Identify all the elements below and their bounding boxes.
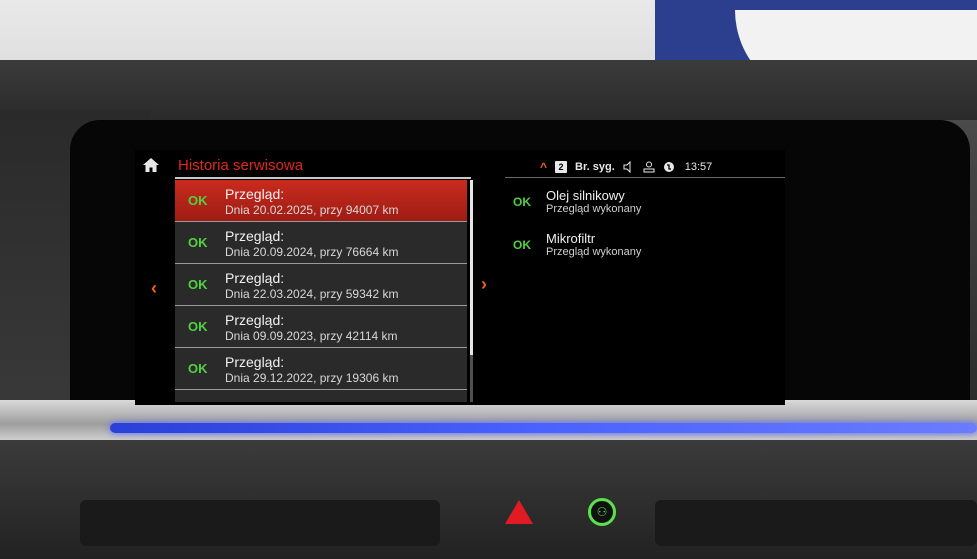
traffic-light-icon[interactable]: ⚇ xyxy=(588,498,616,526)
chevron-up-icon[interactable]: ^ xyxy=(540,160,547,174)
status-badge: OK xyxy=(188,235,208,250)
service-detail-status: Przegląd wykonany xyxy=(546,246,642,258)
home-icon[interactable] xyxy=(143,158,159,172)
list-item-title: Przegląd: xyxy=(225,228,285,244)
list-item-title: Przegląd: xyxy=(225,186,285,202)
infotainment-screen: Historia serwisowa ‹ › OK Przegląd: Dnia… xyxy=(135,150,785,405)
list-item-title: Przegląd: xyxy=(225,312,285,328)
list-item[interactable]: OK Przegląd: Dnia 22.03.2024, przy 59342… xyxy=(175,264,467,306)
list-item[interactable]: OK Przegląd: Dnia 29.12.2022, przy 19306… xyxy=(175,348,467,390)
right-air-vent[interactable] xyxy=(655,500,977,546)
status-badge: OK xyxy=(188,277,208,292)
list-item[interactable]: OK Przegląd: Dnia 20.09.2024, przy 76664… xyxy=(175,222,467,264)
service-history-list: OK Przegląd: Dnia 20.02.2025, przy 94007… xyxy=(175,180,467,402)
status-badge: OK xyxy=(188,361,208,376)
service-detail-name: Olej silnikowy xyxy=(546,188,625,203)
list-item-detail: Dnia 09.09.2023, przy 42114 km xyxy=(225,329,398,343)
page-title: Historia serwisowa xyxy=(178,157,304,174)
list-scrollbar-thumb[interactable] xyxy=(470,180,473,355)
service-detail-status: Przegląd wykonany xyxy=(546,203,642,215)
list-item-detail: Dnia 22.03.2024, przy 59342 km xyxy=(225,287,399,301)
list-item-detail: Dnia 20.09.2024, przy 76664 km xyxy=(225,245,399,259)
status-bar: ^ 2 Br. syg. 13:57 xyxy=(540,159,712,175)
left-air-vent[interactable] xyxy=(80,500,440,546)
ambient-light-strip xyxy=(110,423,977,433)
clock: 13:57 xyxy=(684,161,713,173)
phone-icon xyxy=(663,162,674,172)
service-detail-name: Mikrofiltr xyxy=(546,231,596,246)
chevron-left-icon[interactable]: ‹ xyxy=(151,278,157,299)
list-item-title: Przegląd: xyxy=(225,354,285,370)
list-item[interactable]: OK Przegląd: Dnia 09.09.2023, przy 42114… xyxy=(175,306,467,348)
status-badge: OK xyxy=(513,238,531,252)
chevron-right-icon[interactable]: › xyxy=(481,274,487,295)
dashboard-trim xyxy=(0,400,977,440)
list-item-detail: Dnia 20.02.2025, przy 94007 km xyxy=(225,203,399,217)
status-badge: OK xyxy=(188,319,208,334)
status-divider xyxy=(505,177,785,178)
list-item-detail: Dnia 29.12.2022, przy 19306 km xyxy=(225,371,399,385)
signal-label: Br. syg. xyxy=(575,161,615,173)
list-item[interactable]: OK Przegląd: Dnia 20.02.2025, przy 94007… xyxy=(175,180,467,222)
speaker-icon xyxy=(623,161,631,173)
profile-icon xyxy=(643,161,655,173)
title-divider xyxy=(175,177,471,179)
list-item-title: Przegląd: xyxy=(225,270,285,286)
hazard-warning-icon[interactable] xyxy=(505,500,533,524)
notification-badge: 2 xyxy=(555,161,568,173)
status-badge: OK xyxy=(188,193,208,208)
status-badge: OK xyxy=(513,195,531,209)
